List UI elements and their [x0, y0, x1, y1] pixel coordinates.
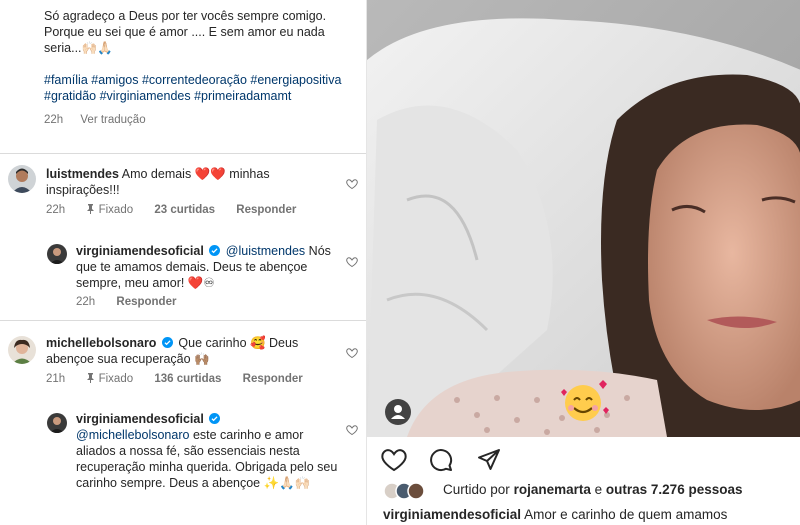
- pinned-label: Fixado: [86, 373, 136, 385]
- post-panel: Curtido por rojanemarta e outras 7.276 p…: [366, 0, 800, 525]
- comment-likes[interactable]: 23 curtidas: [154, 204, 215, 216]
- tagged-user-icon: [391, 405, 405, 419]
- liked-by-others[interactable]: outras 7.276 pessoas: [606, 482, 743, 497]
- caption-text-short: Amor e carinho de quem amamos: [524, 507, 728, 522]
- comments-panel: Só agradeço a Deus por ter vocês sempre …: [0, 0, 366, 525]
- comment-time: 22h: [76, 296, 96, 308]
- comment-username[interactable]: virginiamendesoficial: [76, 244, 204, 258]
- pin-icon: [87, 204, 95, 214]
- heart-icon[interactable]: [381, 448, 407, 472]
- heart-icon[interactable]: [346, 347, 358, 359]
- liked-by-avatars[interactable]: [383, 482, 433, 500]
- comment-username[interactable]: virginiamendesoficial: [76, 412, 204, 426]
- comment-mention[interactable]: @michellebolsonaro: [76, 428, 189, 442]
- liked-by-mid: e: [594, 482, 603, 497]
- see-translation-link[interactable]: Ver tradução: [80, 114, 145, 126]
- heart-icon[interactable]: [346, 256, 358, 268]
- liked-by-line[interactable]: Curtido por rojanemarta e outras 7.276 p…: [443, 482, 742, 497]
- avatar[interactable]: [8, 165, 36, 193]
- heart-icon[interactable]: [346, 178, 358, 190]
- comment-username[interactable]: luistmendes: [46, 167, 119, 181]
- verified-badge-icon: [209, 245, 221, 256]
- caption-text: Só agradeço a Deus por ter vocês sempre …: [44, 9, 327, 55]
- comment-time: 22h: [46, 204, 66, 216]
- smiling-face-with-hearts-sticker-icon: [561, 380, 609, 421]
- verified-badge-icon: [209, 413, 221, 424]
- share-icon[interactable]: [477, 448, 501, 472]
- divider: [0, 320, 366, 321]
- avatar[interactable]: [8, 336, 36, 364]
- comment-likes[interactable]: 136 curtidas: [154, 373, 221, 385]
- avatar[interactable]: [47, 413, 67, 433]
- comment-username[interactable]: michellebolsonaro: [46, 336, 156, 350]
- comment-icon[interactable]: [429, 448, 453, 472]
- post-caption-line: virginiamendesoficial Amor e carinho de …: [383, 507, 727, 522]
- reply-button[interactable]: Responder: [116, 296, 176, 308]
- liked-by-user[interactable]: rojanemarta: [514, 482, 591, 497]
- liked-by-prefix: Curtido por: [443, 482, 510, 497]
- avatar[interactable]: [47, 244, 67, 264]
- caption-hashtags[interactable]: #família #amigos #correntedeoração #ener…: [44, 72, 359, 104]
- divider: [0, 153, 366, 154]
- post-caption-full: Só agradeço a Deus por ter vocês sempre …: [44, 8, 359, 128]
- hospital-selfie-image: [367, 0, 800, 437]
- reply-button[interactable]: Responder: [243, 373, 303, 385]
- verified-badge-icon: [161, 337, 173, 348]
- post-photo[interactable]: [367, 0, 800, 437]
- pin-icon: [87, 373, 95, 383]
- heart-icon[interactable]: [346, 424, 358, 436]
- pinned-label: Fixado: [86, 204, 136, 216]
- reply-button[interactable]: Responder: [236, 204, 296, 216]
- comment-time: 21h: [46, 373, 66, 385]
- comment-mention[interactable]: @luistmendes: [226, 244, 305, 258]
- caption-time: 22h: [44, 114, 64, 126]
- tagged-user-button[interactable]: [385, 399, 411, 425]
- caption-username[interactable]: virginiamendesoficial: [383, 507, 521, 522]
